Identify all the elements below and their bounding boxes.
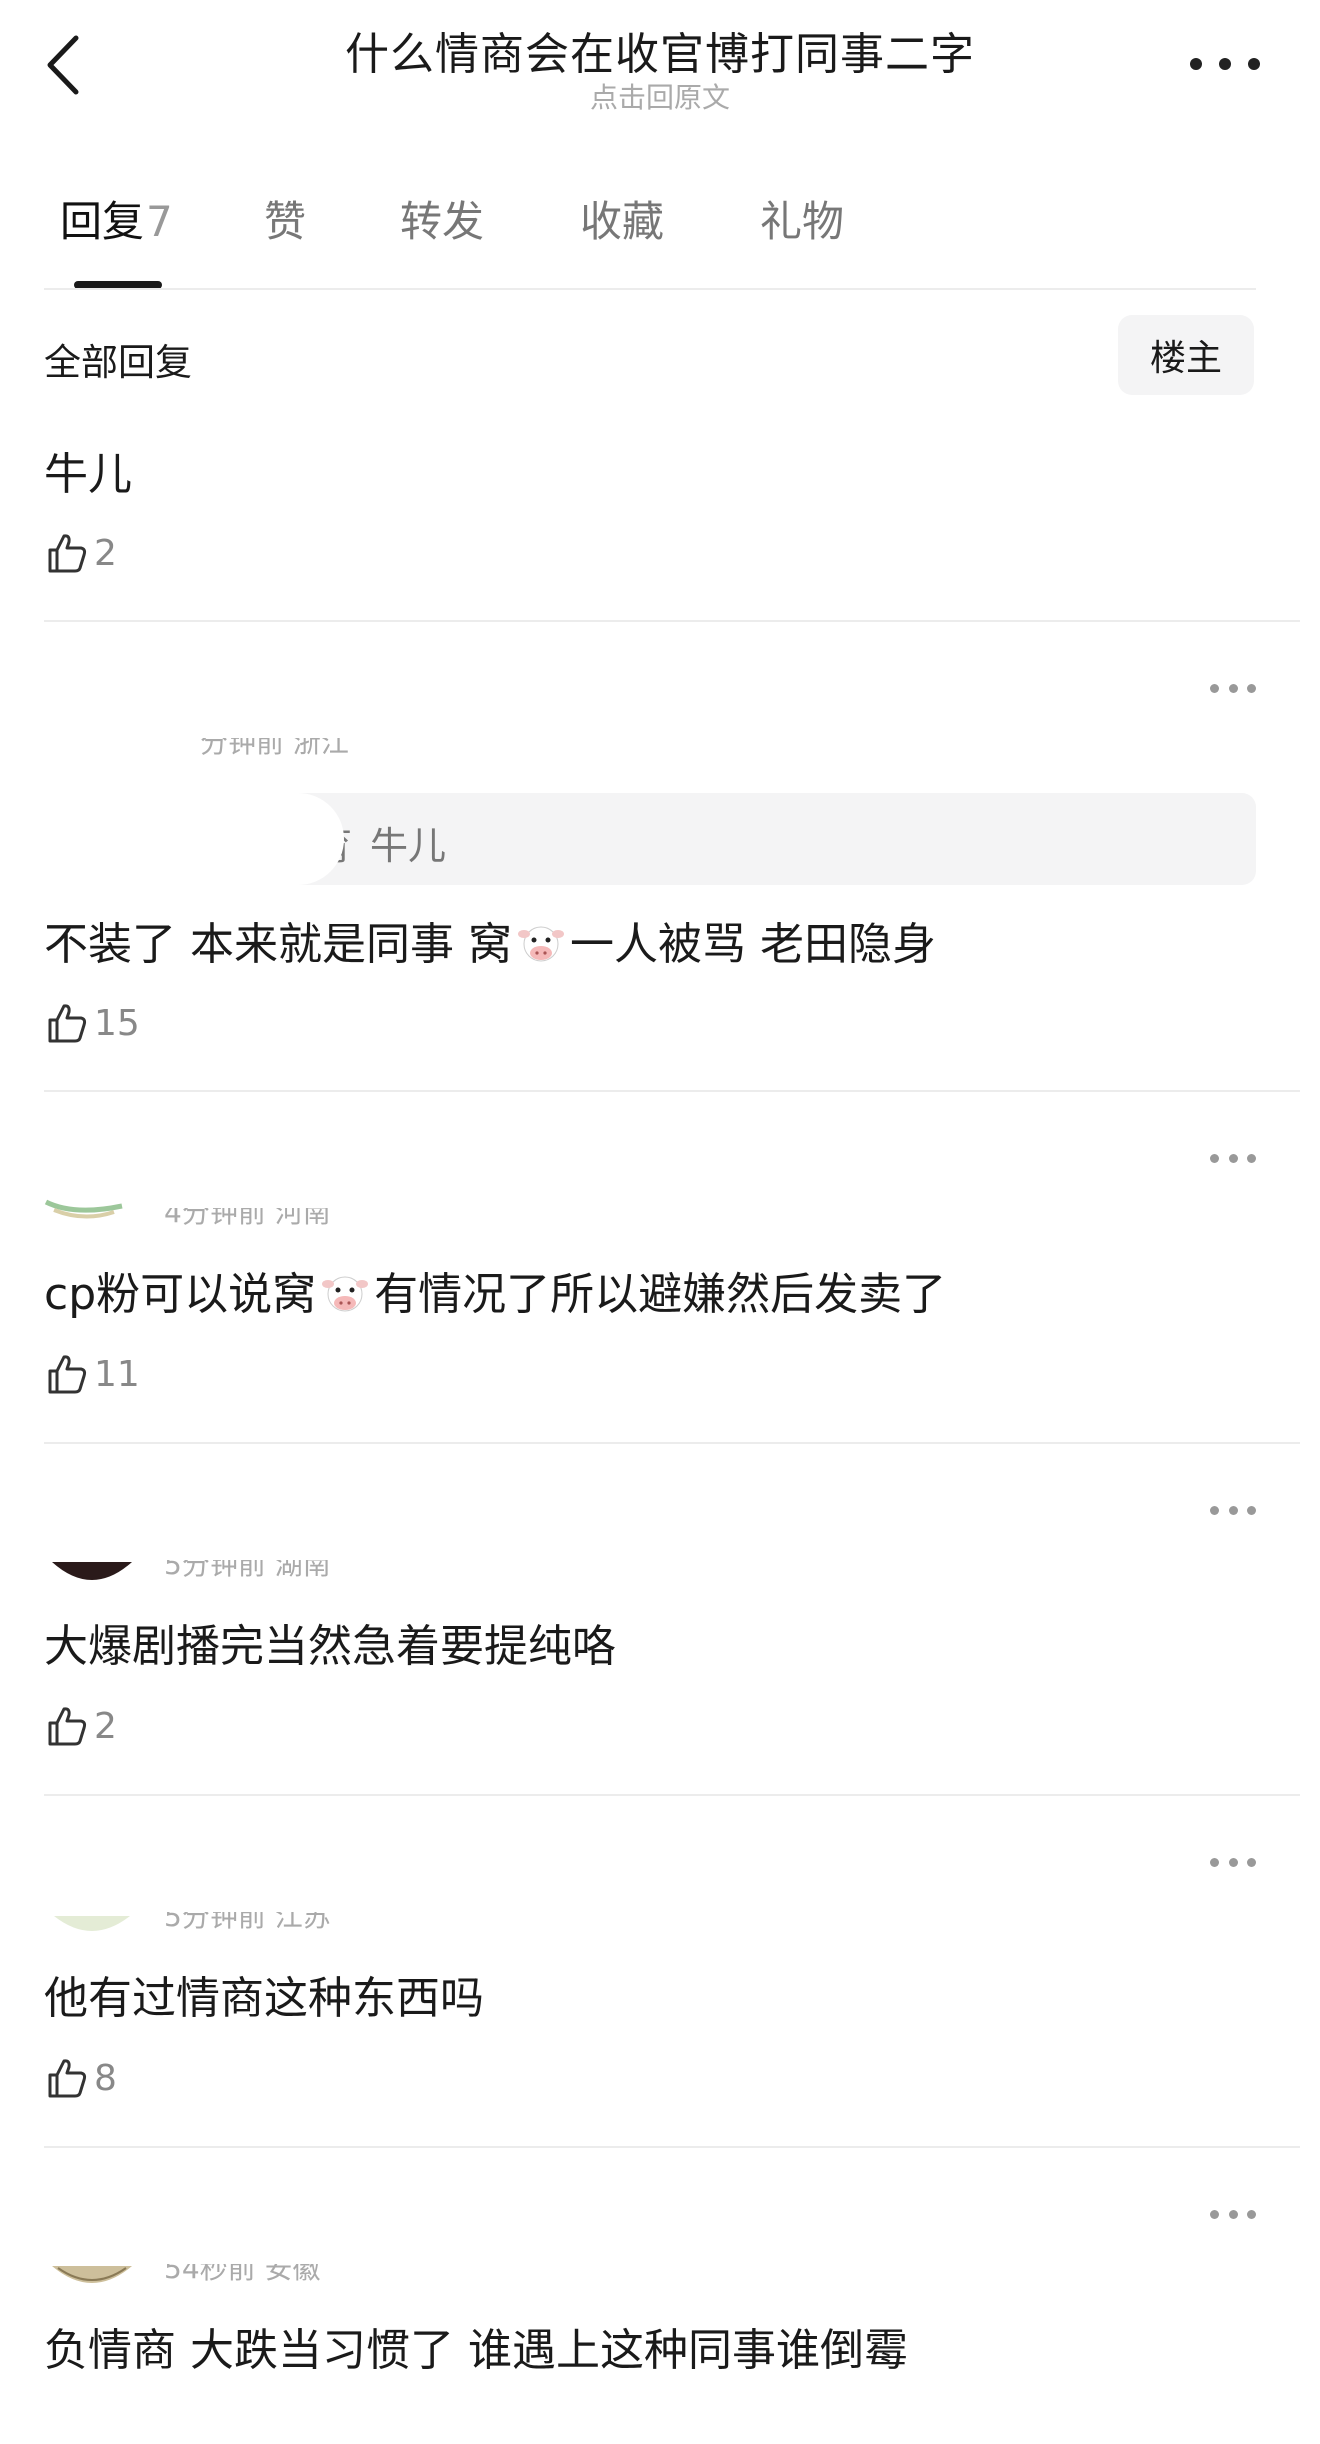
section-title: 全部回复	[44, 341, 192, 384]
comment-text-part: cp粉可以说窝	[44, 1269, 317, 1320]
tab-gifts[interactable]: 礼物	[760, 188, 844, 249]
thumbs-up-icon	[48, 1355, 87, 1394]
comment-meta: 5分钟前 湖南	[164, 1560, 331, 1581]
comment-text-part: 有情况了所以避嫌然后发卖了	[374, 1269, 947, 1320]
comment-more-button[interactable]	[1210, 1500, 1256, 1520]
like-count: 11	[94, 1353, 140, 1395]
back-to-original-link[interactable]: 点击回原文	[0, 76, 1320, 116]
avatar[interactable]	[44, 2266, 140, 2292]
dot-icon	[1210, 1857, 1219, 1867]
divider	[44, 620, 1300, 622]
thumbs-up-icon	[48, 2059, 87, 2098]
dot-icon	[1228, 1505, 1238, 1515]
dot-icon	[1210, 1153, 1219, 1163]
comment-text: 负情商 大跌当习惯了 谁遇上这种同事谁倒霉	[44, 2325, 908, 2376]
comment-meta: 5分钟前 江苏	[164, 1912, 331, 1933]
comment-text: 牛儿	[44, 449, 132, 500]
redacted-author	[44, 793, 344, 885]
comment-meta: 4分钟前 河南	[164, 1208, 331, 1229]
more-options-button[interactable]	[1190, 46, 1260, 82]
comment-text: 不装了 本来就是同事 窝 一人被骂 老田隐身	[44, 908, 936, 972]
tab-label: 回复	[60, 197, 145, 246]
comment-text-part: 一人被骂 老田隐身	[569, 919, 936, 970]
dot-icon	[1228, 683, 1238, 693]
comment-text: cp粉可以说窝 有情况了所以避嫌然后发卖了	[44, 1258, 946, 1322]
dot-icon	[1210, 2209, 1219, 2219]
like-count: 15	[94, 1002, 140, 1044]
page-title: 什么情商会在收官博打同事二字	[345, 29, 975, 80]
dot-icon	[1247, 2209, 1256, 2219]
more-dot-icon	[1248, 58, 1260, 70]
like-button[interactable]: 8	[44, 2052, 117, 2104]
like-button[interactable]: 2	[44, 527, 117, 579]
owner-filter-button[interactable]: 楼主	[1118, 315, 1254, 395]
top-bar: 什么情商会在收官博打同事二字 点击回原文	[0, 0, 1320, 130]
like-button[interactable]: 11	[44, 1348, 140, 1400]
dot-icon	[1228, 1857, 1238, 1867]
like-count: 2	[94, 532, 117, 574]
cow-face-icon	[517, 926, 564, 962]
dot-icon	[1210, 1505, 1219, 1515]
dot-icon	[1228, 1153, 1238, 1163]
divider	[44, 1442, 1300, 1444]
quoted-content: 牛儿	[370, 824, 447, 868]
avatar[interactable]	[44, 1916, 140, 1940]
tab-count: 7	[146, 197, 173, 246]
dot-icon	[1247, 1153, 1256, 1163]
tab-favorites[interactable]: 收藏	[580, 188, 664, 249]
avatar[interactable]	[44, 1198, 124, 1228]
quoted-reply[interactable]: 育牛儿	[44, 793, 1256, 885]
avatar[interactable]	[44, 1562, 140, 1588]
tab-replies[interactable]: 回复7	[60, 188, 173, 249]
comment-meta: 54秒前 安徽	[164, 2264, 321, 2285]
comment-more-button[interactable]	[1210, 678, 1256, 698]
dot-icon	[1228, 2209, 1238, 2219]
dot-icon	[1210, 683, 1219, 693]
tab-bar: 回复7 赞 转发 收藏 礼物	[60, 188, 1260, 288]
dot-icon	[1247, 683, 1256, 693]
like-count: 8	[94, 2057, 117, 2099]
tab-reposts[interactable]: 转发	[400, 188, 484, 249]
comment-more-button[interactable]	[1210, 1148, 1256, 1168]
thumbs-up-icon	[48, 1707, 87, 1746]
divider	[44, 288, 1256, 290]
comment-text-part: 不装了 本来就是同事 窝	[44, 919, 512, 970]
comment-text: 大爆剧播完当然急着要提纯咯	[44, 1621, 616, 1672]
divider	[44, 2146, 1300, 2148]
like-count: 2	[94, 1705, 117, 1747]
dot-icon	[1247, 1505, 1256, 1515]
thumbs-up-icon	[48, 1004, 87, 1043]
like-button[interactable]: 15	[44, 997, 140, 1049]
comment-text: 他有过情商这种东西吗	[44, 1973, 484, 2024]
comment-meta: 分钟前 浙江	[200, 738, 349, 759]
more-dot-icon	[1190, 58, 1202, 70]
divider	[44, 1090, 1300, 1092]
like-button[interactable]: 2	[44, 1700, 117, 1752]
more-dot-icon	[1219, 58, 1231, 70]
comment-more-button[interactable]	[1210, 2204, 1256, 2224]
thumbs-up-icon	[48, 534, 87, 573]
divider	[44, 1794, 1300, 1796]
comment-more-button[interactable]	[1210, 1852, 1256, 1872]
tab-likes[interactable]: 赞	[264, 188, 306, 249]
dot-icon	[1247, 1857, 1256, 1867]
cow-face-icon	[322, 1276, 369, 1312]
